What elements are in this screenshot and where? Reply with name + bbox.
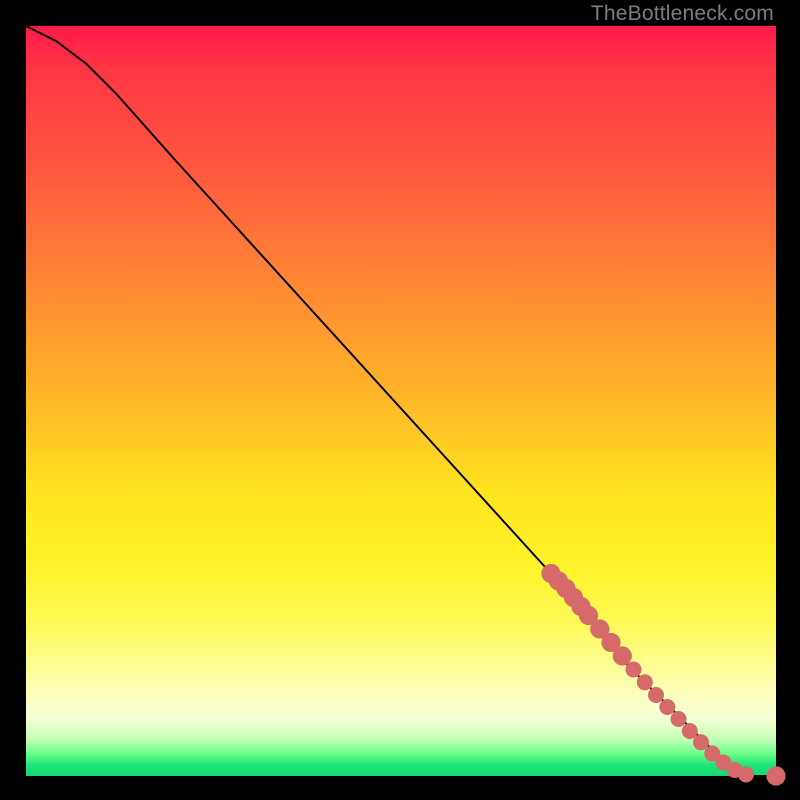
watermark-text: TheBottleneck.com bbox=[591, 2, 774, 26]
plot-area bbox=[26, 26, 776, 776]
data-marker bbox=[626, 662, 642, 678]
data-marker bbox=[648, 687, 664, 703]
data-marker bbox=[738, 767, 754, 783]
chart-stage: TheBottleneck.com bbox=[0, 0, 800, 800]
data-marker bbox=[659, 699, 675, 715]
data-marker bbox=[671, 711, 687, 727]
curve-line bbox=[26, 26, 776, 776]
data-marker bbox=[637, 674, 653, 690]
data-marker bbox=[766, 766, 785, 785]
marker-group bbox=[541, 564, 785, 786]
data-marker bbox=[613, 646, 632, 665]
chart-svg bbox=[26, 26, 776, 776]
